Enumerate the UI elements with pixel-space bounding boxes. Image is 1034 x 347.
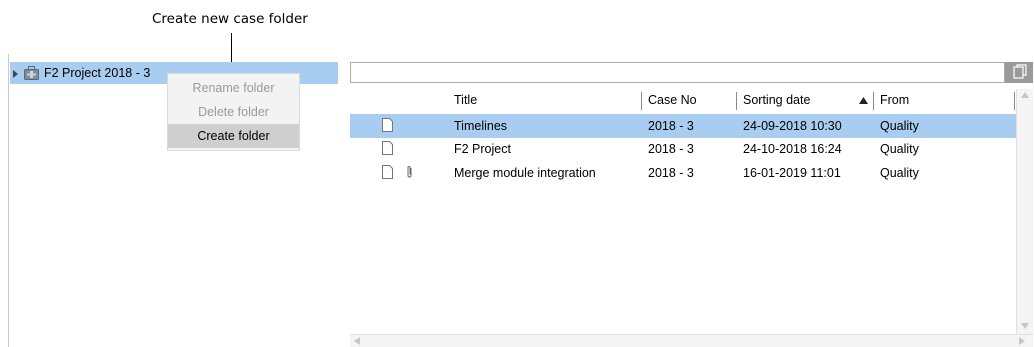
column-separator[interactable] xyxy=(736,92,737,110)
copy-button[interactable] xyxy=(1005,62,1033,83)
scroll-up-icon[interactable] xyxy=(1021,92,1029,98)
vertical-scrollbar[interactable] xyxy=(1016,89,1033,334)
column-separator[interactable] xyxy=(641,92,642,110)
copy-icon xyxy=(1013,64,1027,79)
column-separator[interactable] xyxy=(1014,92,1015,110)
column-header-sorting-date[interactable]: Sorting date xyxy=(743,93,810,107)
expand-arrow-icon[interactable] xyxy=(13,70,18,78)
tree-node-label[interactable]: F2 Project 2018 - 3 xyxy=(44,66,150,80)
cell-from: Quality xyxy=(880,142,919,156)
column-header-from[interactable]: From xyxy=(880,93,909,107)
cell-sorting-date: 24-09-2018 10:30 xyxy=(743,119,842,133)
sort-up-icon xyxy=(859,97,868,104)
cell-case-no: 2018 - 3 xyxy=(648,142,694,156)
horizontal-scrollbar[interactable] xyxy=(350,334,1033,347)
document-icon xyxy=(382,141,393,155)
cell-from: Quality xyxy=(880,119,919,133)
attachment-icon xyxy=(407,166,412,178)
column-header-title[interactable]: Title xyxy=(454,93,477,107)
cell-title[interactable]: Merge module integration xyxy=(454,166,596,180)
document-icon xyxy=(382,118,393,132)
case-folder-icon xyxy=(24,66,39,80)
cell-sorting-date: 24-10-2018 16:24 xyxy=(743,142,842,156)
callout-label: Create new case folder xyxy=(152,11,308,27)
cell-case-no: 2018 - 3 xyxy=(648,166,694,180)
menu-item-rename-folder[interactable]: Rename folder xyxy=(168,76,299,100)
cell-title[interactable]: Timelines xyxy=(454,119,507,133)
column-header-case-no[interactable]: Case No xyxy=(648,93,697,107)
scroll-left-icon[interactable] xyxy=(354,337,360,345)
scroll-right-icon[interactable] xyxy=(1019,337,1025,345)
search-input[interactable] xyxy=(350,62,1005,83)
menu-item-delete-folder[interactable]: Delete folder xyxy=(168,100,299,124)
document-icon xyxy=(382,165,393,179)
cell-from: Quality xyxy=(880,166,919,180)
cell-case-no: 2018 - 3 xyxy=(648,119,694,133)
scroll-down-icon[interactable] xyxy=(1021,323,1029,329)
cell-title[interactable]: F2 Project xyxy=(454,142,511,156)
menu-item-create-folder[interactable]: Create folder xyxy=(168,124,299,148)
cell-sorting-date: 16-01-2019 11:01 xyxy=(743,166,841,180)
column-separator[interactable] xyxy=(873,92,874,110)
context-menu: Rename folder Delete folder Create folde… xyxy=(167,73,300,151)
